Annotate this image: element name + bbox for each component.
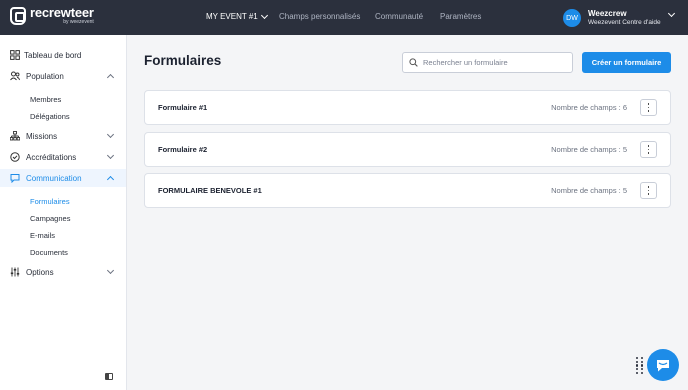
logo-icon: [10, 6, 26, 25]
user-chevron-down-icon[interactable]: [667, 9, 676, 18]
sidebar-subitem-delegations[interactable]: Délégations: [30, 112, 70, 121]
grid-icon: [10, 50, 20, 60]
nav-parametres[interactable]: Paramètres: [440, 12, 481, 21]
sidebar-item-label: Tableau de bord: [24, 50, 82, 60]
user-subtitle: Weezevent Centre d'aide: [588, 18, 661, 26]
sidebar-collapse-icon[interactable]: [105, 373, 113, 380]
sidebar-item-communication[interactable]: Communication: [0, 169, 126, 187]
sidebar-subitem-formulaires[interactable]: Formulaires: [30, 197, 70, 206]
sidebar-item-label: Communication: [26, 173, 82, 183]
event-name: MY EVENT #1: [206, 12, 258, 21]
form-name: Formulaire #1: [158, 103, 208, 112]
chevron-down-icon: [260, 11, 268, 19]
form-card[interactable]: Formulaire #2 Nombre de champs : 5: [144, 132, 671, 167]
message-icon: [10, 174, 20, 183]
chevron-down-icon: [106, 151, 115, 160]
search-input[interactable]: Rechercher un formulaire: [402, 52, 573, 73]
kebab-icon[interactable]: [640, 141, 657, 158]
form-name: Formulaire #2: [158, 145, 208, 154]
users-icon: [10, 71, 20, 81]
form-field-count: Nombre de champs : 6: [551, 103, 627, 112]
create-form-button[interactable]: Créer un formulaire: [582, 52, 671, 73]
nav-champs-personnalises[interactable]: Champs personnalisés: [279, 12, 360, 21]
sidebar-subitem-campagnes[interactable]: Campagnes: [30, 214, 70, 223]
sidebar-item-dashboard[interactable]: Tableau de bord: [0, 46, 126, 64]
chat-icon: [657, 359, 669, 371]
sidebar-item-missions[interactable]: Missions: [0, 127, 126, 145]
chevron-up-icon: [106, 73, 115, 81]
sidebar-item-label: Missions: [26, 131, 58, 141]
sidebar: [0, 35, 127, 390]
drag-grip-icon[interactable]: [636, 357, 644, 374]
page-title: Formulaires: [144, 53, 222, 68]
sidebar-subitem-membres[interactable]: Membres: [30, 95, 61, 104]
top-bar: recrewteer by weezevent MY EVENT #1 Cham…: [0, 0, 688, 35]
sidebar-item-label: Accréditations: [26, 152, 77, 162]
kebab-icon[interactable]: [640, 182, 657, 199]
sidebar-subitem-documents[interactable]: Documents: [30, 248, 68, 257]
sidebar-subitem-emails[interactable]: E-mails: [30, 231, 55, 240]
search-icon: [409, 58, 418, 67]
kebab-icon[interactable]: [640, 99, 657, 116]
logo-by: by weezevent: [63, 19, 94, 25]
sidebar-item-options[interactable]: Options: [0, 263, 126, 281]
chat-button[interactable]: [647, 349, 679, 381]
form-card[interactable]: FORMULAIRE BENEVOLE #1 Nombre de champs …: [144, 173, 671, 208]
user-menu[interactable]: Weezcrew Weezevent Centre d'aide: [588, 9, 661, 26]
sliders-icon: [10, 267, 20, 277]
sitemap-icon: [10, 131, 20, 141]
user-name: Weezcrew: [588, 9, 627, 18]
sidebar-item-label: Population: [26, 71, 64, 81]
avatar[interactable]: DW: [563, 9, 581, 27]
form-field-count: Nombre de champs : 5: [551, 145, 627, 154]
chevron-down-icon: [106, 266, 115, 275]
search-placeholder: Rechercher un formulaire: [423, 58, 508, 67]
form-card[interactable]: Formulaire #1 Nombre de champs : 6: [144, 90, 671, 125]
chevron-down-icon: [106, 130, 115, 139]
chevron-up-icon: [106, 175, 115, 183]
app-logo[interactable]: recrewteer by weezevent: [10, 6, 94, 25]
sidebar-item-accreditations[interactable]: Accréditations: [0, 148, 126, 166]
nav-communaute[interactable]: Communauté: [375, 12, 423, 21]
sidebar-item-population[interactable]: Population: [0, 67, 126, 85]
event-selector[interactable]: MY EVENT #1: [206, 11, 268, 21]
badge-check-icon: [10, 152, 20, 162]
form-field-count: Nombre de champs : 5: [551, 186, 627, 195]
logo-name: recrewteer: [30, 5, 94, 20]
form-name: FORMULAIRE BENEVOLE #1: [158, 186, 262, 195]
sidebar-item-label: Options: [26, 267, 54, 277]
